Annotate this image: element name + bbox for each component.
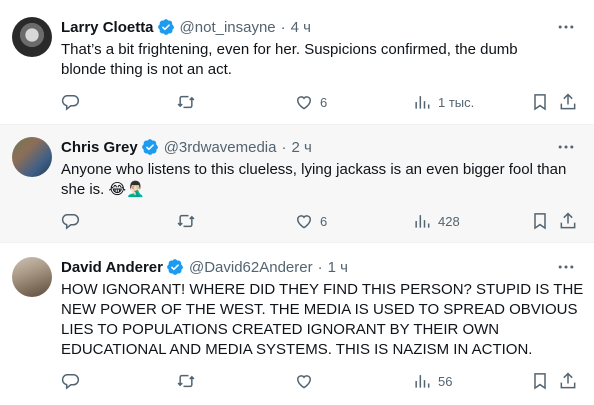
retweet-icon <box>177 374 195 388</box>
text-line: HOW IGNORANT! WHERE DID THEY FIND THIS P… <box>61 281 584 298</box>
share-icon <box>560 212 576 229</box>
avatar[interactable] <box>12 137 52 177</box>
like-button[interactable]: 6 <box>294 209 327 233</box>
reply-icon <box>61 374 80 390</box>
share-icon <box>560 372 576 389</box>
tweet-header: Larry Cloetta @not_insayne · 4 ч <box>61 17 311 37</box>
author-handle[interactable]: @David62Anderer <box>189 259 313 276</box>
bookmark-button[interactable] <box>530 209 550 233</box>
timestamp[interactable]: 4 ч <box>291 19 311 36</box>
text-line: That’s a bit frightening, even for her. … <box>61 41 518 58</box>
share-icon <box>560 93 576 110</box>
author-name[interactable]: David Anderer <box>61 259 163 276</box>
bookmark-icon <box>534 213 546 230</box>
author-handle[interactable]: @3rdwavemedia <box>164 139 277 156</box>
more-icon[interactable] <box>556 137 576 157</box>
bookmark-icon <box>534 94 546 111</box>
views-count: 56 <box>438 373 453 389</box>
views-button[interactable]: 428 <box>412 209 460 233</box>
like-icon <box>296 375 312 389</box>
tweet-header: David Anderer @David62Anderer · 1 ч <box>61 257 348 277</box>
tweet-header: Chris Grey @3rdwavemedia · 2 ч <box>61 137 312 157</box>
verified-badge-icon <box>157 19 174 35</box>
text-line: blonde thing is not an act. <box>61 61 232 78</box>
like-button[interactable]: 6 <box>294 90 327 114</box>
reply-button[interactable] <box>60 209 80 233</box>
avatar[interactable] <box>12 257 52 297</box>
reply-icon <box>61 214 80 230</box>
views-button[interactable]: 56 <box>412 369 452 393</box>
avatar[interactable] <box>12 17 52 57</box>
bookmark-button[interactable] <box>530 90 550 114</box>
retweet-button[interactable] <box>176 90 196 114</box>
tweet[interactable]: Larry Cloetta @not_insayne · 4 ч That’s … <box>0 0 594 125</box>
share-button[interactable] <box>558 90 578 114</box>
bookmark-button[interactable] <box>530 369 550 393</box>
author-name[interactable]: Larry Cloetta <box>61 19 154 36</box>
timestamp[interactable]: 1 ч <box>328 259 348 276</box>
views-count: 428 <box>438 213 460 229</box>
like-count: 6 <box>320 94 328 110</box>
like-button[interactable] <box>294 369 320 393</box>
share-button[interactable] <box>558 209 578 233</box>
retweet-button[interactable] <box>176 369 196 393</box>
reply-icon <box>61 95 80 111</box>
separator-dot: · <box>281 138 287 156</box>
more-icon[interactable] <box>556 17 576 37</box>
text-line: EDUCATIONAL AND MEDIA SYSTEMS. THIS IS N… <box>61 341 533 358</box>
retweet-icon <box>177 214 195 228</box>
tweet-text: HOW IGNORANT! WHERE DID THEY FIND THIS P… <box>61 280 586 360</box>
author-handle[interactable]: @not_insayne <box>180 19 276 36</box>
like-icon <box>296 96 312 110</box>
timestamp[interactable]: 2 ч <box>291 139 311 156</box>
views-button[interactable]: 1 тыс. <box>412 90 474 114</box>
separator-dot: · <box>317 258 323 276</box>
separator-dot: · <box>280 18 286 36</box>
like-count: 6 <box>320 213 328 229</box>
author-name[interactable]: Chris Grey <box>61 139 138 156</box>
tweet[interactable]: Chris Grey @3rdwavemedia · 2 ч Anyone wh… <box>0 125 594 243</box>
share-button[interactable] <box>558 369 578 393</box>
tweet-actions: 56 <box>52 369 586 393</box>
text-line: LIES TO POPULATIONS CREATED IGNORANT BY … <box>61 321 500 338</box>
verified-badge-icon <box>141 139 158 155</box>
tweet-text: Anyone who listens to this clueless, lyi… <box>61 160 586 200</box>
tweet[interactable]: David Anderer @David62Anderer · 1 ч HOW … <box>0 243 594 405</box>
views-count: 1 тыс. <box>438 94 475 110</box>
tweet-text: That’s a bit frightening, even for her. … <box>61 40 586 80</box>
tweet-actions: 6 1 тыс. <box>52 90 586 114</box>
retweet-button[interactable] <box>176 209 196 233</box>
like-icon <box>296 215 312 229</box>
views-icon <box>415 215 430 228</box>
text-line: NEW POWER OF THE WEST. THE MEDIA IS USED… <box>61 301 578 318</box>
more-icon[interactable] <box>556 257 576 277</box>
reply-button[interactable] <box>60 369 80 393</box>
verified-badge-icon <box>167 259 184 275</box>
reply-button[interactable] <box>60 90 80 114</box>
retweet-icon <box>177 95 195 109</box>
tweet-actions: 6 428 <box>52 209 586 233</box>
bookmark-icon <box>534 373 546 390</box>
views-icon <box>415 375 430 388</box>
views-icon <box>415 96 430 109</box>
text-line: she is. 😂🤦🏻‍♂️ <box>61 181 145 198</box>
text-line: Anyone who listens to this clueless, lyi… <box>61 161 567 178</box>
